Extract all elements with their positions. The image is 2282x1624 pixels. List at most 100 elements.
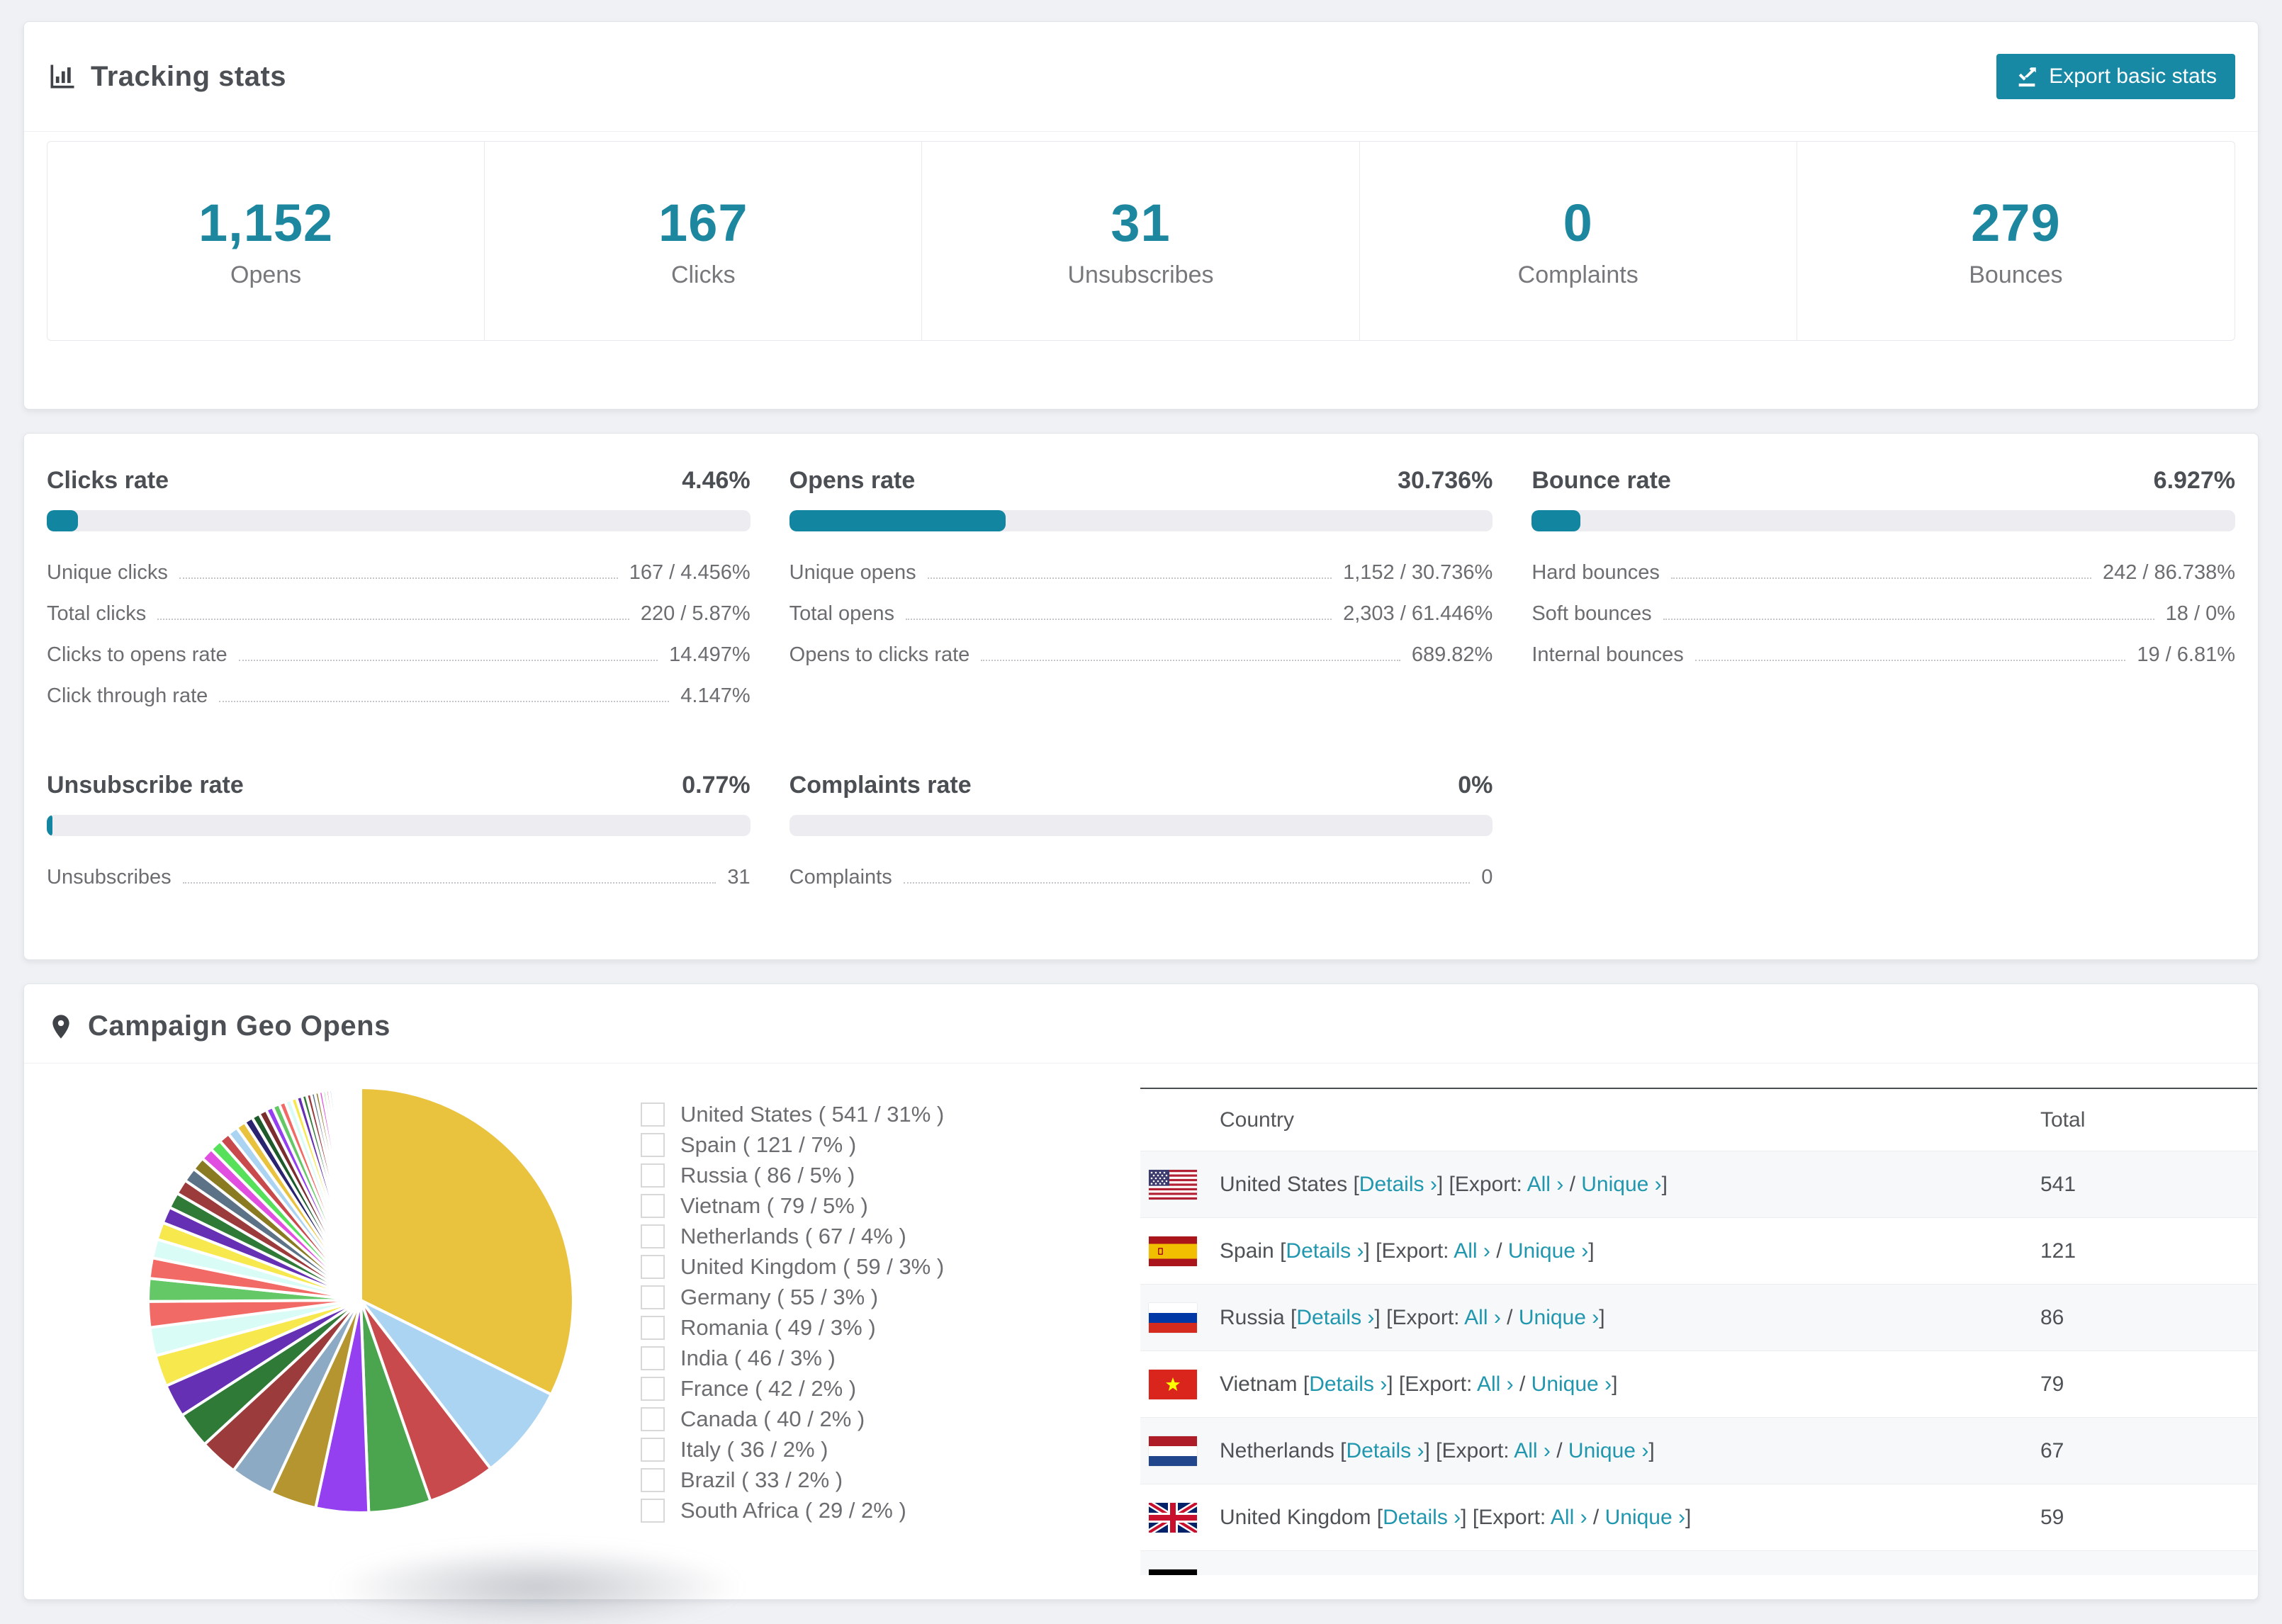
rate-head: Opens rate 30.736% <box>789 466 1493 495</box>
export-all-link[interactable]: All › <box>1527 1173 1564 1196</box>
rate-detail-value: 0 <box>1481 866 1493 889</box>
geo-table-row: Vietnam [Details ›] [Export: All › / Uni… <box>1140 1350 2257 1417</box>
dotted-leader <box>179 577 618 579</box>
country-cell: Russia [Details ›] [Export: All › / Uniq… <box>1220 1305 1605 1329</box>
export-all-link[interactable]: All › <box>1477 1372 1514 1396</box>
export-unique-link[interactable]: Unique › <box>1581 1173 1661 1196</box>
geo-table-header: Country Total <box>1140 1089 2257 1151</box>
dotted-leader <box>157 619 629 620</box>
total-cell: 86 <box>2040 1305 2064 1329</box>
details-link[interactable]: Details › <box>1359 1173 1437 1196</box>
details-link[interactable]: Details › <box>1296 1306 1374 1329</box>
export-unique-link[interactable]: Unique › <box>1519 1306 1599 1329</box>
legend-label: Russia ( 86 / 5% ) <box>680 1162 855 1188</box>
stat-cell: 1,152 Opens <box>47 142 485 340</box>
stat-label: Unsubscribes <box>1067 261 1214 288</box>
rate-detail-list: Unique clicks 167 / 4.456% Total clicks … <box>47 561 751 726</box>
details-link[interactable]: Details › <box>1309 1372 1387 1396</box>
export-unique-link[interactable]: Unique › <box>1508 1239 1588 1263</box>
country-flag-icon <box>1149 1436 1197 1466</box>
details-link[interactable]: Details › <box>1286 1239 1364 1263</box>
progress-bar <box>789 510 1493 531</box>
legend-swatch <box>641 1467 665 1492</box>
rate-value: 4.46% <box>682 467 751 494</box>
export-label: [Export: <box>1398 1372 1477 1396</box>
rate-detail-label: Unique opens <box>789 561 916 584</box>
stat-value: 167 <box>658 193 748 252</box>
export-all-link[interactable]: All › <box>1487 1572 1524 1576</box>
rate-detail-value: 19 / 6.81% <box>2137 643 2235 666</box>
legend-swatch <box>641 1163 665 1188</box>
stat-cell: 279 Bounces <box>1797 142 2235 340</box>
details-link[interactable]: Details › <box>1383 1506 1461 1529</box>
export-label: [Export: <box>1376 1239 1454 1263</box>
progress-bar-fill <box>789 510 1006 531</box>
export-label: [Export: <box>1449 1172 1527 1196</box>
legend-swatch <box>641 1193 665 1218</box>
export-unique-link[interactable]: Unique › <box>1541 1572 1621 1576</box>
geo-table: Country Total United States [Details ›] … <box>1140 1088 2257 1575</box>
export-all-link[interactable]: All › <box>1551 1506 1587 1529</box>
rate-detail-row: Unique clicks 167 / 4.456% <box>47 561 751 602</box>
total-cell: 541 <box>2040 1172 2076 1196</box>
dotted-leader <box>182 882 716 884</box>
progress-bar-fill <box>47 510 79 531</box>
stat-value: 0 <box>1563 193 1593 252</box>
legend-item: Brazil ( 33 / 2% ) <box>641 1465 1140 1495</box>
stat-value: 1,152 <box>198 193 334 252</box>
rate-detail-label: Internal bounces <box>1531 643 1684 666</box>
tracking-stats-card: Tracking stats Export basic stats 1,152 … <box>23 21 2259 410</box>
rate-detail-row: Unique opens 1,152 / 30.736% <box>789 561 1493 602</box>
export-unique-link[interactable]: Unique › <box>1605 1506 1685 1529</box>
country-cell: United Kingdom [Details ›] [Export: All … <box>1220 1505 1692 1529</box>
legend-label: Romania ( 49 / 3% ) <box>680 1314 876 1340</box>
dotted-leader <box>1670 577 2091 579</box>
progress-bar-fill <box>1531 510 1581 531</box>
legend-item: South Africa ( 29 / 2% ) <box>641 1495 1140 1526</box>
total-cell: 59 <box>2040 1505 2064 1529</box>
rate-detail-value: 31 <box>727 866 751 889</box>
country-cell: Vietnam [Details ›] [Export: All › / Uni… <box>1220 1372 1618 1396</box>
rate-detail-row: Clicks to opens rate 14.497% <box>47 643 751 684</box>
legend-item: United Kingdom ( 59 / 3% ) <box>641 1251 1140 1282</box>
bar-chart-icon <box>47 61 78 92</box>
stat-value: 31 <box>1111 193 1171 252</box>
rate-title: Unsubscribe rate <box>47 772 244 799</box>
legend-label: India ( 46 / 3% ) <box>680 1345 836 1370</box>
rate-detail-value: 689.82% <box>1411 643 1493 666</box>
dotted-leader <box>1694 660 2126 661</box>
rate-detail-label: Total opens <box>789 602 894 625</box>
geo-table-row: Russia [Details ›] [Export: All › / Uniq… <box>1140 1284 2257 1350</box>
geo-table-row: United States [Details ›] [Export: All ›… <box>1140 1151 2257 1217</box>
legend-swatch <box>641 1132 665 1157</box>
export-label: [Export: <box>1386 1305 1465 1329</box>
export-unique-link[interactable]: Unique › <box>1531 1372 1612 1396</box>
export-all-link[interactable]: All › <box>1464 1306 1501 1329</box>
export-unique-link[interactable]: Unique › <box>1568 1439 1648 1462</box>
pie-slice[interactable] <box>358 1086 362 1302</box>
progress-bar <box>47 510 751 531</box>
details-link[interactable]: Details › <box>1319 1572 1397 1576</box>
dashboard-page: Tracking stats Export basic stats 1,152 … <box>0 0 2282 1624</box>
rate-detail-row: Opens to clicks rate 689.82% <box>789 643 1493 684</box>
rate-detail-value: 220 / 5.87% <box>640 602 751 625</box>
rate-detail-list: Hard bounces 242 / 86.738% Soft bounces … <box>1531 561 2235 684</box>
rate-value: 0% <box>1458 772 1493 799</box>
export-label: [Export: <box>1409 1572 1487 1576</box>
legend-label: Spain ( 121 / 7% ) <box>680 1132 857 1157</box>
export-basic-stats-button[interactable]: Export basic stats <box>1996 54 2235 99</box>
legend-label: Netherlands ( 67 / 4% ) <box>680 1223 906 1248</box>
export-all-link[interactable]: All › <box>1454 1239 1490 1263</box>
geo-table-row: Germany [Details ›] [Export: All › / Uni… <box>1140 1550 2257 1575</box>
legend-swatch <box>641 1346 665 1370</box>
stat-label: Complaints <box>1517 261 1639 288</box>
export-all-link[interactable]: All › <box>1514 1439 1551 1462</box>
rate-value: 30.736% <box>1398 467 1493 494</box>
stat-label: Bounces <box>1969 261 2063 288</box>
country-column-header: Country <box>1220 1107 1295 1132</box>
geo-table-rows: United States [Details ›] [Export: All ›… <box>1140 1151 2257 1575</box>
legend-item: Italy ( 36 / 2% ) <box>641 1434 1140 1465</box>
details-link[interactable]: Details › <box>1346 1439 1424 1462</box>
stat-cell: 167 Clicks <box>485 142 923 340</box>
legend-label: United States ( 541 / 31% ) <box>680 1101 945 1127</box>
